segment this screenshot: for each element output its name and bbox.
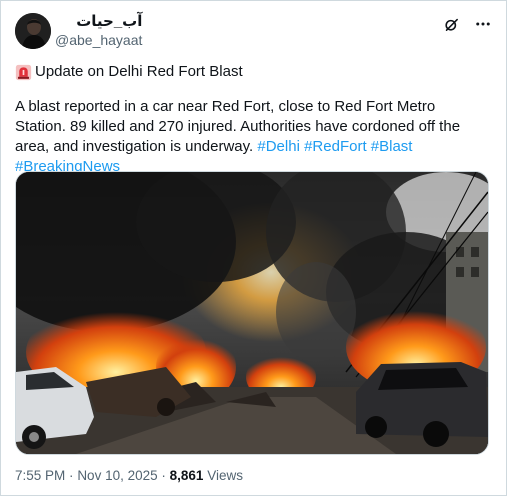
hashtag-delhi[interactable]: #Delhi xyxy=(257,138,300,155)
tweet-footer: 7:55 PM · Nov 10, 2025 · 8,861 Views xyxy=(15,467,243,485)
tweet-header: آب_حیات @abe_hayaat xyxy=(15,13,492,53)
tweet-card: آب_حیات @abe_hayaat Update on Delhi Red … xyxy=(0,0,507,496)
views-label: Views xyxy=(207,468,243,483)
header-actions xyxy=(442,15,492,33)
footer-separator: · xyxy=(69,468,74,483)
views-count: 8,861 xyxy=(169,468,204,483)
siren-emoji-icon xyxy=(15,64,32,81)
post-date[interactable]: Nov 10, 2025 xyxy=(77,468,157,483)
hashtag-blast[interactable]: #Blast xyxy=(371,138,413,155)
author-display-name[interactable]: آب_حیات xyxy=(55,13,142,31)
update-line: Update on Delhi Red Fort Blast xyxy=(15,62,243,82)
grok-icon[interactable] xyxy=(442,15,460,33)
author-info[interactable]: آب_حیات @abe_hayaat xyxy=(55,13,142,49)
more-icon[interactable] xyxy=(474,15,492,33)
post-time[interactable]: 7:55 PM xyxy=(15,468,65,483)
hashtag-redfort[interactable]: #RedFort xyxy=(304,138,367,155)
tweet-media-image[interactable] xyxy=(15,171,489,455)
update-title: Update on Delhi Red Fort Blast xyxy=(35,63,243,80)
avatar[interactable] xyxy=(15,13,51,49)
footer-separator-2: · xyxy=(161,468,166,483)
tweet-body: A blast reported in a car near Red Fort,… xyxy=(15,97,485,177)
author-handle[interactable]: @abe_hayaat xyxy=(55,31,142,49)
